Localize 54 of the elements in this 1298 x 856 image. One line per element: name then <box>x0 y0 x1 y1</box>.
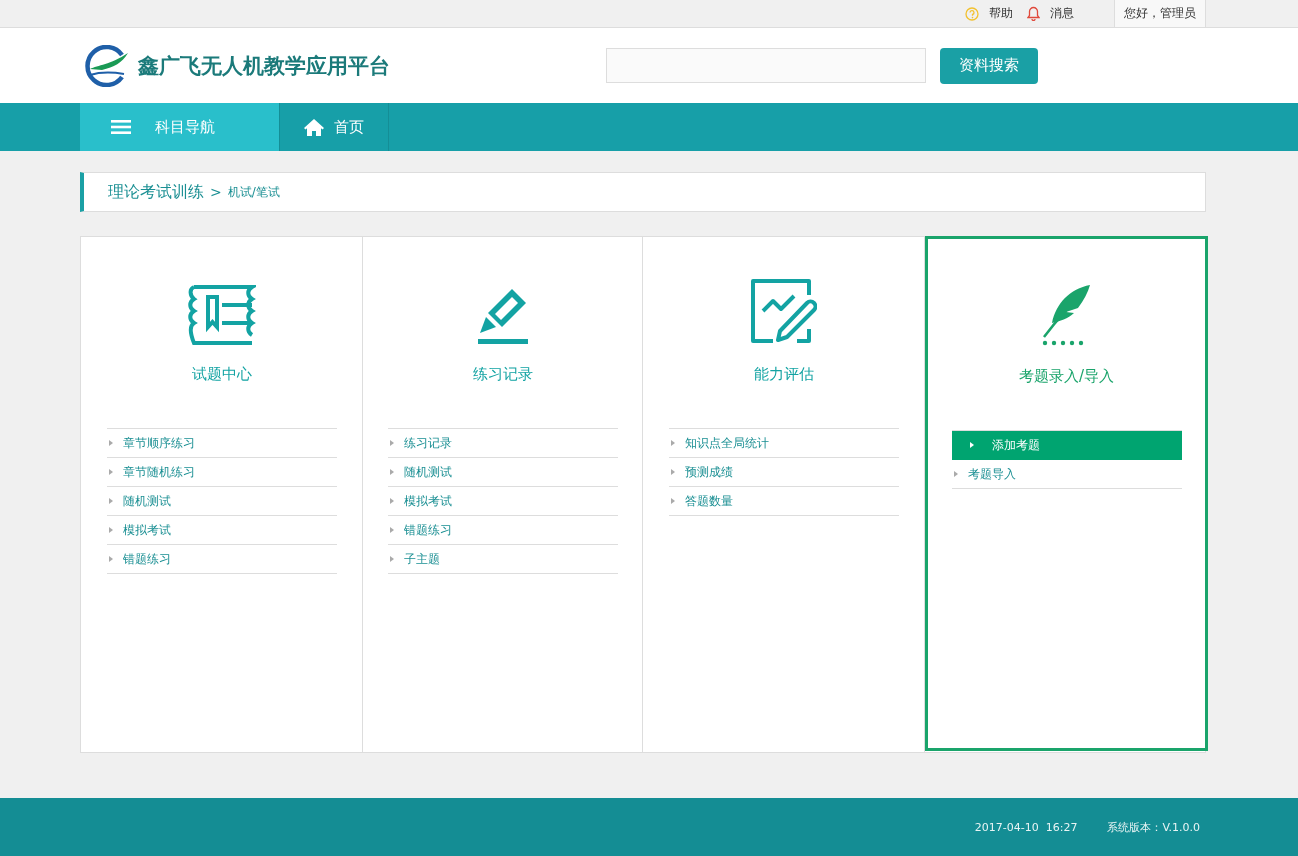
user-greeting[interactable]: 您好，管理员 <box>1114 0 1206 27</box>
menu-item[interactable]: 预测成绩 <box>668 458 899 487</box>
triangle-icon <box>108 440 113 446</box>
search-button[interactable]: 资料搜索 <box>940 47 1038 84</box>
triangle-icon <box>670 440 675 446</box>
card-title[interactable]: 试题中心 <box>191 365 252 384</box>
chart-edit-icon <box>750 279 817 345</box>
card-title[interactable]: 能力评估 <box>753 365 814 384</box>
platform-title: 鑫广飞无人机教学应用平台 <box>138 52 390 80</box>
triangle-icon <box>670 498 675 504</box>
triangle-icon <box>953 471 958 477</box>
help-icon <box>965 6 979 21</box>
menu-item[interactable]: 练习记录 <box>387 429 618 458</box>
triangle-icon <box>108 469 113 475</box>
triangle-icon <box>670 469 675 475</box>
book-icon <box>187 285 256 345</box>
menu-item[interactable]: 章节顺序练习 <box>106 429 337 458</box>
menu-item[interactable]: 知识点全局统计 <box>668 429 899 458</box>
triangle-icon <box>108 556 113 562</box>
home-icon <box>304 118 324 136</box>
triangle-icon <box>389 469 394 475</box>
menu-item[interactable]: 随机测试 <box>106 487 337 516</box>
menu-item[interactable]: 错题练习 <box>387 516 618 545</box>
menu-item[interactable]: 考题导入 <box>951 460 1182 489</box>
menu-item[interactable]: 错题练习 <box>106 545 337 574</box>
breadcrumb-section[interactable]: 理论考试训练 <box>108 181 204 203</box>
footer-version: 系统版本：V.1.0.0 <box>1107 819 1200 835</box>
nav-tab[interactable]: 科目导航 <box>80 103 280 151</box>
menu-item[interactable]: 子主题 <box>387 545 618 574</box>
card-title[interactable]: 练习记录 <box>472 365 533 384</box>
triangle-icon <box>108 498 113 504</box>
card-title[interactable]: 考题录入/导入 <box>1018 367 1115 386</box>
menu-item[interactable]: 章节随机练习 <box>106 458 337 487</box>
triangle-icon <box>389 527 394 533</box>
footer-datetime: 2017-04-10 16:27 <box>974 820 1078 834</box>
triangle-icon <box>389 498 394 504</box>
triangle-icon <box>389 556 394 562</box>
pencil-icon <box>476 287 529 345</box>
triangle-icon <box>108 527 113 533</box>
search-field[interactable] <box>606 48 926 83</box>
menu-item[interactable]: 答题数量 <box>668 487 899 516</box>
breadcrumb-page: 机试/笔试 <box>227 183 280 201</box>
bell-icon <box>1027 6 1040 21</box>
menu-item[interactable]: 模拟考试 <box>387 487 618 516</box>
menu-item[interactable]: 随机测试 <box>387 458 618 487</box>
messages-link[interactable]: 消息 <box>1050 5 1074 22</box>
nav-tab[interactable]: 首页 <box>280 103 389 151</box>
breadcrumb-separator: > <box>210 184 222 200</box>
menu-item[interactable]: 模拟考试 <box>106 516 337 545</box>
triangle-icon <box>389 440 394 446</box>
help-link[interactable]: 帮助 <box>989 5 1013 22</box>
triangle-icon <box>969 442 974 448</box>
menu-item[interactable]: 添加考题 <box>951 431 1182 460</box>
menu-icon <box>111 120 131 134</box>
